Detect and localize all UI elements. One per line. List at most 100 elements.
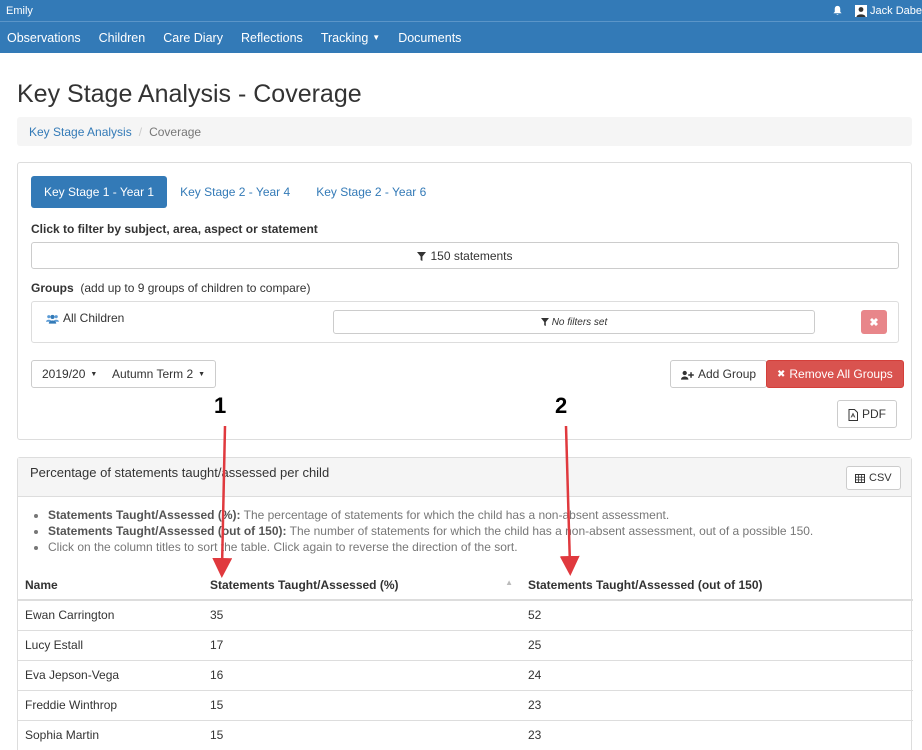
cell-count: 52 <box>521 599 913 630</box>
note-item: Statements Taught/Assessed (%): The perc… <box>48 507 813 523</box>
cell-name: Lucy Estall <box>18 629 203 660</box>
results-header: Percentage of statements taught/assessed… <box>18 458 911 497</box>
nav-tracking-label: Tracking <box>320 30 369 45</box>
cell-count: 24 <box>521 659 913 690</box>
results-title: Percentage of statements taught/assessed… <box>30 465 330 480</box>
annotation-number-1: 1 <box>214 393 227 418</box>
results-panel: Percentage of statements taught/assessed… <box>17 457 913 750</box>
cell-name: Sophia Martin <box>18 719 203 750</box>
cell-percent: 17 <box>203 629 521 660</box>
nav-documents[interactable]: Documents <box>391 31 472 45</box>
user-menu[interactable]: Jack Dabe <box>855 4 922 17</box>
table-icon <box>855 472 865 484</box>
tab-ks1-year1[interactable]: Key Stage 1 - Year 1 <box>31 176 168 208</box>
breadcrumb-link[interactable]: Key Stage Analysis <box>29 125 132 139</box>
note-text: The number of statements for which the c… <box>286 524 814 538</box>
no-filters-label: No filters set <box>551 316 608 328</box>
nav-tracking[interactable]: Tracking ▼ <box>314 31 391 45</box>
pdf-button[interactable]: PDF <box>837 400 897 428</box>
main-nav: Observations Children Care Diary Reflect… <box>0 22 922 53</box>
cell-name: Ewan Carrington <box>18 599 203 630</box>
annotation-number-2: 2 <box>555 393 568 418</box>
page-title: Key Stage Analysis - Coverage <box>17 80 362 108</box>
table-row: Eva Jepson-Vega 16 24 <box>18 659 913 690</box>
note-item: Statements Taught/Assessed (out of 150):… <box>48 523 813 539</box>
statement-count: 150 statements <box>430 248 513 263</box>
filter-icon <box>417 249 427 263</box>
add-group-label: Add Group <box>698 367 757 381</box>
table-row: Freddie Winthrop 15 23 <box>18 689 913 720</box>
key-stage-tabs: Key Stage 1 - Year 1 Key Stage 2 - Year … <box>31 176 439 208</box>
group-name-label: All Children <box>63 311 125 325</box>
user-icon <box>855 4 868 17</box>
caret-down-icon: ▼ <box>372 33 381 42</box>
table-row: Sophia Martin 15 23 <box>18 719 913 750</box>
file-pdf-icon <box>848 407 858 421</box>
note-text: Click on the column titles to sort the t… <box>48 540 518 554</box>
note-bold: Statements Taught/Assessed (%): <box>48 508 241 522</box>
statement-filter-button[interactable]: 150 statements <box>31 242 899 269</box>
note-item: Click on the column titles to sort the t… <box>48 539 813 555</box>
group-row: All Children No filters set ✖ <box>31 301 899 343</box>
users-icon <box>46 311 59 325</box>
user-name: Jack Dabe <box>870 4 922 17</box>
year-select[interactable]: 2019/20 ▼ <box>31 360 109 388</box>
close-icon: ✖ <box>777 368 786 380</box>
group-filter-button[interactable]: No filters set <box>333 310 815 334</box>
term-select[interactable]: Autumn Term 2 ▼ <box>102 360 217 388</box>
groups-label: Groups <box>31 281 74 295</box>
cell-name: Freddie Winthrop <box>18 689 203 720</box>
csv-button[interactable]: CSV <box>846 466 901 490</box>
add-group-button[interactable]: Add Group <box>670 360 768 388</box>
term-value: Autumn Term 2 <box>112 367 194 381</box>
settings-panel: Key Stage 1 - Year 1 Key Stage 2 - Year … <box>17 162 912 440</box>
top-bar: Emily Jack Dabe <box>0 0 922 22</box>
csv-label: CSV <box>869 472 892 484</box>
year-value: 2019/20 <box>42 367 86 381</box>
cell-count: 23 <box>521 719 913 750</box>
tab-ks2-year6[interactable]: Key Stage 2 - Year 6 <box>303 176 439 208</box>
column-header-count[interactable]: Statements Taught/Assessed (out of 150) <box>521 570 913 601</box>
cell-percent: 15 <box>203 689 521 720</box>
close-icon: ✖ <box>869 316 879 329</box>
bell-icon[interactable] <box>832 5 843 17</box>
notes-list: Statements Taught/Assessed (%): The perc… <box>48 507 813 555</box>
nav-care-diary[interactable]: Care Diary <box>156 31 234 45</box>
remove-group-button[interactable]: ✖ <box>861 310 887 334</box>
nav-reflections[interactable]: Reflections <box>234 31 314 45</box>
cell-percent: 16 <box>203 659 521 690</box>
filter-icon <box>540 317 549 328</box>
groups-header: Groups (add up to 9 groups of children t… <box>31 281 310 295</box>
app-name: Emily <box>6 4 33 17</box>
results-table: Name Statements Taught/Assessed (%) ▲ Sta… <box>18 570 913 750</box>
column-header-percent[interactable]: Statements Taught/Assessed (%) ▲ <box>203 570 521 601</box>
caret-down-icon: ▼ <box>198 370 206 378</box>
caret-down-icon: ▼ <box>90 370 98 378</box>
nav-children[interactable]: Children <box>92 31 157 45</box>
table-row: Ewan Carrington 35 52 <box>18 599 913 630</box>
cell-percent: 35 <box>203 599 521 630</box>
cell-count: 25 <box>521 629 913 660</box>
sort-icon: ▲ <box>505 577 513 587</box>
remove-all-groups-button[interactable]: ✖ Remove All Groups <box>766 360 904 388</box>
groups-hint: (add up to 9 groups of children to compa… <box>80 281 311 295</box>
filter-label: Click to filter by subject, area, aspect… <box>31 222 318 236</box>
cell-percent: 15 <box>203 719 521 750</box>
pdf-label: PDF <box>862 407 886 421</box>
nav-observations[interactable]: Observations <box>0 31 92 45</box>
tab-ks2-year4[interactable]: Key Stage 2 - Year 4 <box>167 176 303 208</box>
note-text: The percentage of statements for which t… <box>240 508 670 522</box>
cell-count: 23 <box>521 689 913 720</box>
remove-all-label: Remove All Groups <box>789 367 893 381</box>
breadcrumb-current: Coverage <box>149 124 202 139</box>
breadcrumb: Key Stage Analysis / Coverage <box>17 117 912 146</box>
note-bold: Statements Taught/Assessed (out of 150): <box>48 524 287 538</box>
column-header-name[interactable]: Name <box>18 570 203 601</box>
breadcrumb-separator: / <box>138 124 143 139</box>
column-header-percent-label: Statements Taught/Assessed (%) <box>210 577 399 592</box>
table-header-row: Name Statements Taught/Assessed (%) ▲ Sta… <box>18 570 913 601</box>
cell-name: Eva Jepson-Vega <box>18 659 203 690</box>
group-name: All Children <box>46 311 124 325</box>
table-row: Lucy Estall 17 25 <box>18 629 913 660</box>
user-plus-icon <box>681 367 694 381</box>
